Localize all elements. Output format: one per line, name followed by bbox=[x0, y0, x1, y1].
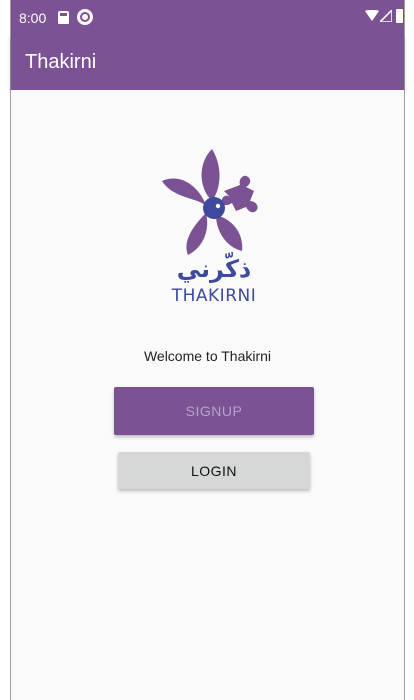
screen-edge-right bbox=[404, 0, 414, 700]
app-title: Thakirni bbox=[25, 51, 97, 73]
wifi-icon bbox=[365, 10, 379, 21]
status-bar: 8:00 bbox=[11, 0, 404, 36]
main-content: ذكّرني THAKIRNI Welcome to Thakirni Sign… bbox=[11, 90, 404, 700]
puzzle-piece-icon bbox=[221, 175, 258, 213]
logo-arabic-text: ذكّرني bbox=[177, 252, 252, 283]
signup-button[interactable]: Signup bbox=[114, 387, 314, 435]
screen-edge-left bbox=[0, 0, 11, 700]
sd-card-icon bbox=[58, 11, 69, 24]
sync-icon bbox=[77, 9, 93, 25]
signal-icon bbox=[380, 10, 392, 22]
phone-screen: 8:00 Thakirni ذكّرني THAKIRNI Welcome to… bbox=[0, 0, 414, 700]
app-bar: Thakirni bbox=[11, 36, 404, 90]
logo-latin-text: THAKIRNI bbox=[171, 286, 257, 303]
thakirni-logo: ذكّرني THAKIRNI bbox=[162, 149, 258, 303]
status-time: 8:00 bbox=[19, 10, 47, 26]
welcome-text: Welcome to Thakirni bbox=[143, 348, 272, 364]
flower-icon bbox=[162, 149, 258, 255]
login-button[interactable]: Login bbox=[118, 452, 310, 489]
battery-icon bbox=[396, 9, 403, 23]
